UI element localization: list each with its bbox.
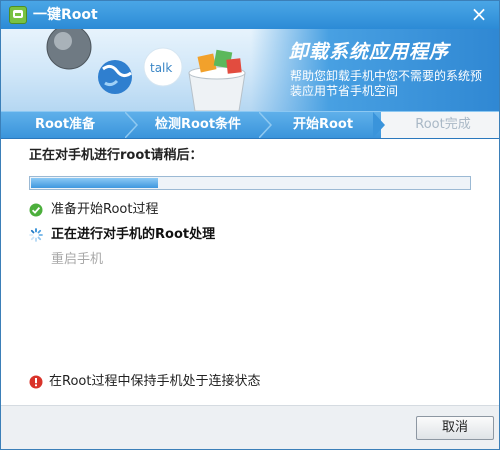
dialog-footer: 取消 (1, 405, 499, 449)
task-label: 重启手机 (51, 252, 104, 267)
status-title: 正在对手机进行root请稍后： (29, 148, 203, 163)
banner-illustration: talk (46, 29, 246, 111)
banner-art-label: talk (150, 61, 172, 75)
banner: talk 卸载系统应用程序 帮助您卸载手机中您不需要的系统预装应用节省手机空间 (1, 29, 499, 111)
step-start-root: 开始Root (292, 117, 354, 132)
step-bar: Root准备 检测Root条件 开始Root Root完成 (1, 111, 499, 139)
spinner-icon (29, 228, 43, 242)
check-circle-icon (29, 203, 43, 217)
app-android-icon (9, 6, 27, 24)
cancel-button[interactable]: 取消 (416, 416, 494, 440)
window-title: 一键Root (33, 7, 98, 23)
task-label: 正在进行对手机的Root处理 (51, 227, 216, 242)
banner-description: 帮助您卸载手机中您不需要的系统预装应用节省手机空间 (290, 69, 483, 98)
warning-text: 在Root过程中保持手机处于连接状态 (49, 374, 261, 389)
step-root-complete: Root完成 (415, 117, 471, 132)
progress-bar-fill (31, 178, 158, 188)
title-bar[interactable]: 一键Root × (1, 1, 499, 29)
step-arrow (373, 112, 385, 138)
progress-bar (29, 176, 471, 190)
task-label: 准备开始Root过程 (51, 202, 159, 217)
step-root-prepare: Root准备 (34, 117, 96, 132)
alert-circle-icon (29, 375, 43, 389)
step-check-conditions: 检测Root条件 (154, 117, 242, 132)
banner-title: 卸载系统应用程序 (289, 41, 450, 63)
close-button[interactable]: × (467, 3, 491, 25)
root-dialog-window: 一键Root × talk 卸载系统应用程序 帮助您卸载手机中您不需要的系统预装… (0, 0, 500, 450)
